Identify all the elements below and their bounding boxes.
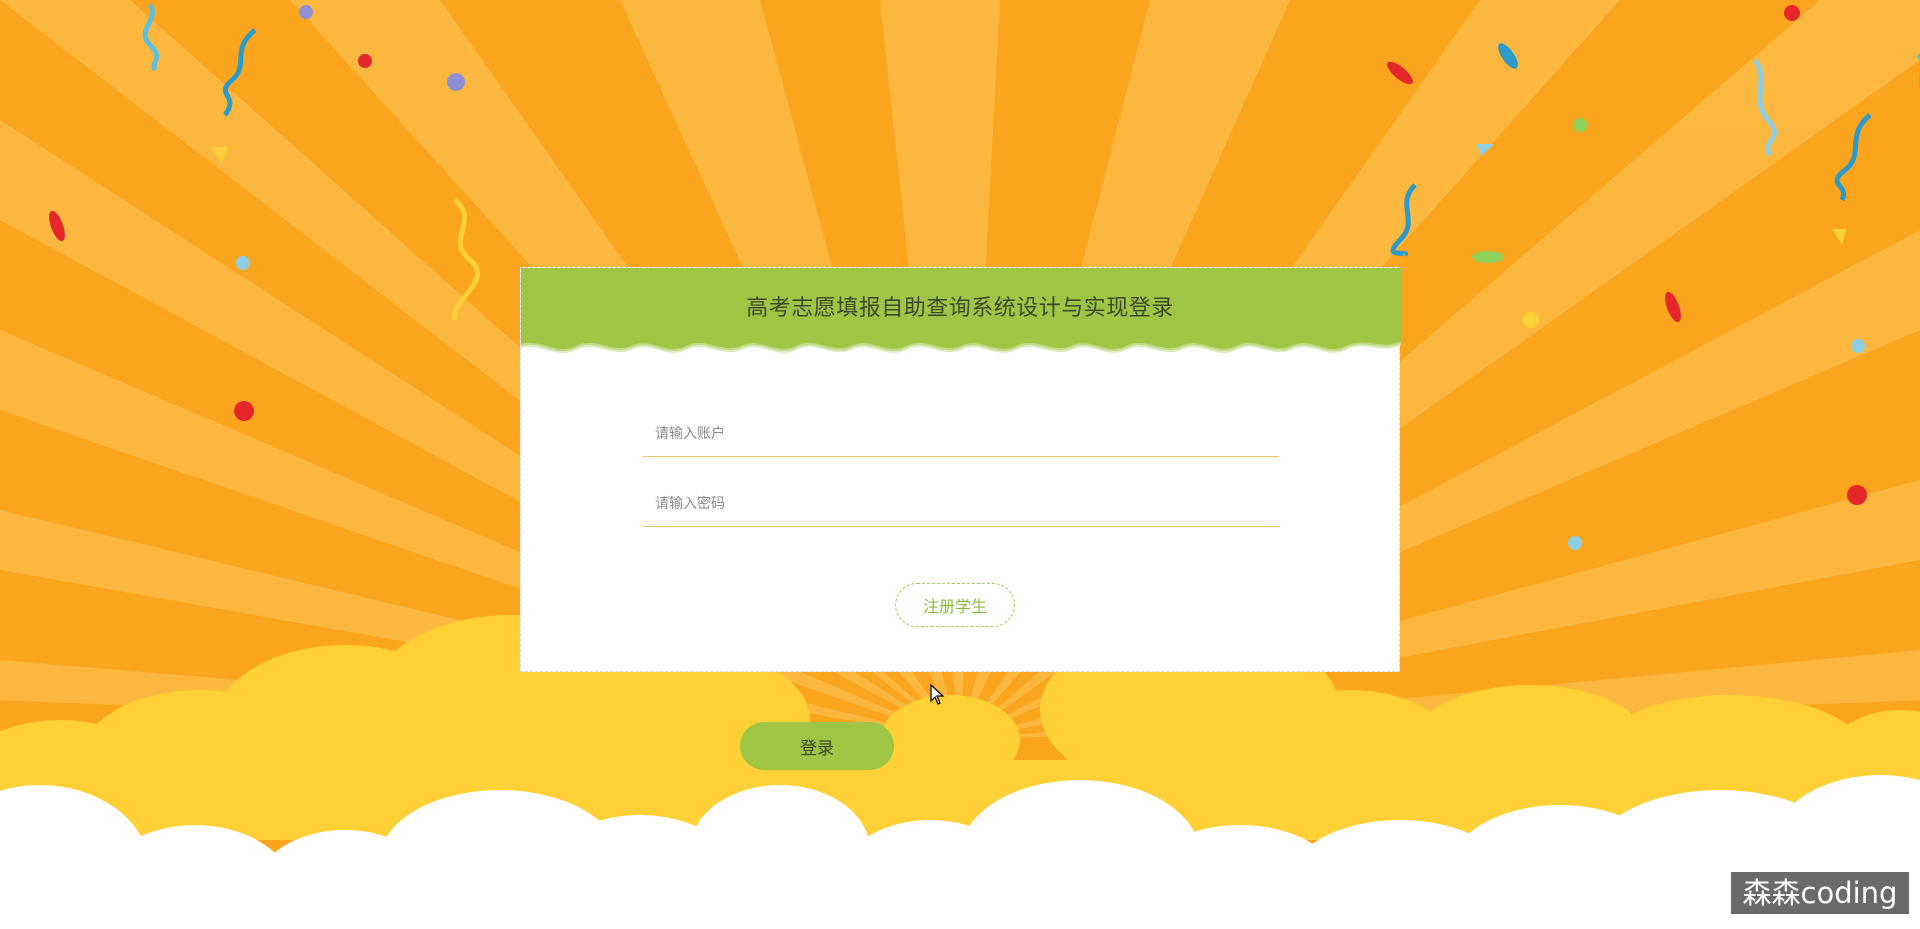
mouse-cursor-icon bbox=[930, 684, 945, 705]
card-header: 高考志愿填报自助查询系统设计与实现登录 bbox=[521, 268, 1401, 358]
login-scene: 高考志愿填报自助查询系统设计与实现登录 注册学生 登录 森森coding bbox=[0, 0, 1920, 929]
page-title: 高考志愿填报自助查询系统设计与实现登录 bbox=[746, 296, 1174, 321]
register-student-button[interactable]: 注册学生 bbox=[895, 583, 1015, 627]
login-card: 高考志愿填报自助查询系统设计与实现登录 注册学生 bbox=[520, 267, 1401, 672]
login-button[interactable]: 登录 bbox=[740, 722, 894, 770]
password-input[interactable] bbox=[643, 481, 1279, 527]
watermark: 森森coding bbox=[1731, 872, 1909, 914]
account-input[interactable] bbox=[643, 411, 1279, 457]
